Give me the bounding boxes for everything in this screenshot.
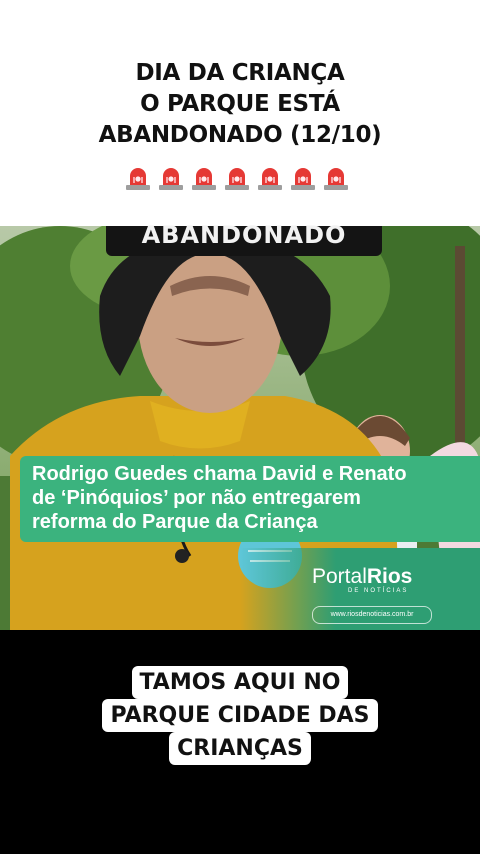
- caption-line-3: CRIANÇAS: [169, 732, 311, 765]
- news-headline-line-1: Rodrigo Guedes chama David e Renato: [32, 463, 407, 485]
- logo-brand-prefix: Portal: [312, 565, 367, 588]
- news-headline-line-3: reforma do Parque da Criança: [32, 511, 318, 533]
- caption-line-1: TAMOS AQUI NO: [131, 666, 349, 699]
- rotating-light-icon: [256, 165, 284, 191]
- headline-line-2: O PARQUE ESTÁ: [140, 91, 340, 117]
- rotating-light-icon: [190, 165, 218, 191]
- news-headline-box: Rodrigo Guedes chama David e Renato de ‘…: [20, 456, 480, 542]
- headline-line-1: DIA DA CRIANÇA: [135, 60, 345, 86]
- logo-brand-suffix: Rios: [366, 565, 413, 588]
- rotating-light-icon: [322, 165, 350, 191]
- logo-subtitle: DE NOTÍCIAS: [348, 588, 409, 594]
- rotating-light-icon: [124, 165, 152, 191]
- caption-line-2: PARQUE CIDADE DAS: [102, 699, 378, 732]
- news-headline-line-2: de ‘Pinóquios’ por não entregarem: [32, 487, 361, 509]
- siren-row: [124, 165, 350, 191]
- rotating-light-icon: [157, 165, 185, 191]
- rotating-light-icon: [289, 165, 317, 191]
- abandonado-overlay-text: ABANDONADO: [141, 221, 347, 249]
- caption: TAMOS AQUI NO PARQUE CIDADE DAS CRIANÇAS: [0, 666, 480, 765]
- headline: DIA DA CRIANÇA O PARQUE ESTÁ ABANDONADO …: [0, 58, 480, 151]
- headline-line-3: ABANDONADO (12/10): [98, 122, 382, 148]
- rotating-light-icon: [223, 165, 251, 191]
- title-area: DIA DA CRIANÇA O PARQUE ESTÁ ABANDONADO …: [0, 0, 480, 226]
- website-url: www.riosdenoticias.com.br: [312, 606, 432, 624]
- abandonado-overlay: ABANDONADO: [106, 221, 382, 256]
- portal-rios-logo: PortalRios DE NOTÍCIAS: [312, 565, 413, 595]
- news-lower-third: Rodrigo Guedes chama David e Renato de ‘…: [0, 454, 480, 544]
